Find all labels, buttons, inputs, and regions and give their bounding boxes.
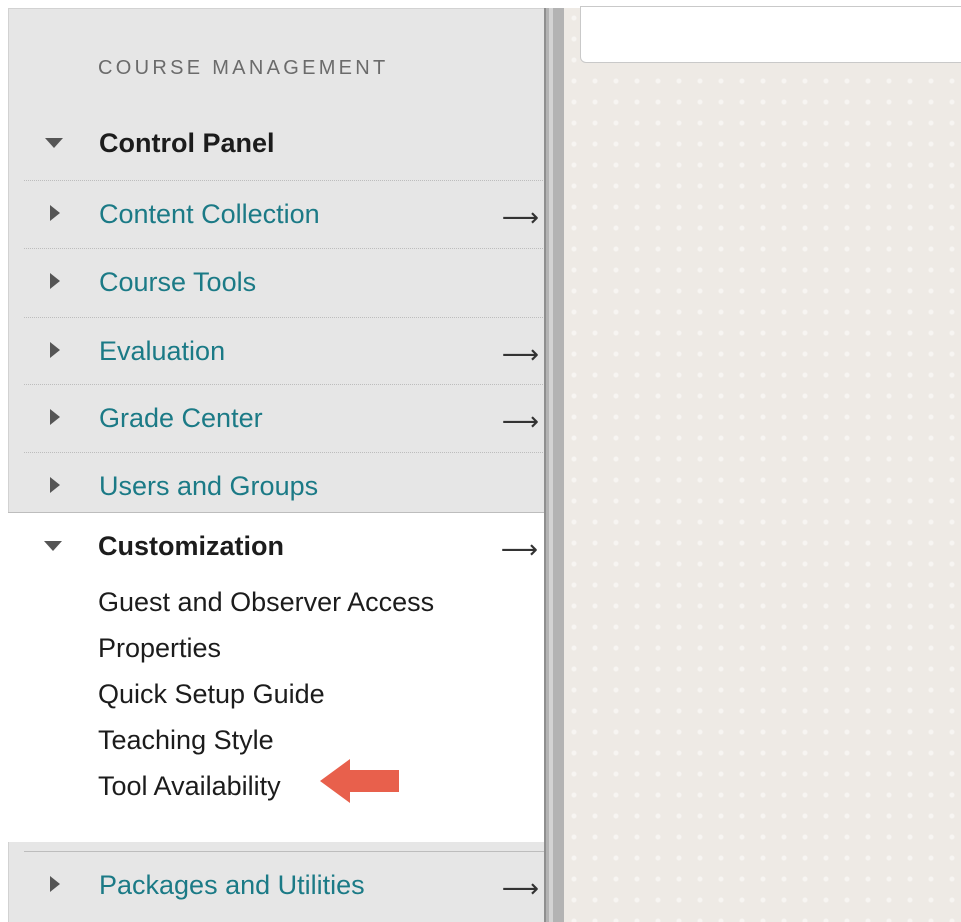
sidebar-item-course-tools[interactable]: Course Tools [24,248,545,316]
tool-availability-link[interactable]: Tool Availability [98,771,281,802]
customization-label: Customization [98,531,284,561]
resize-handle-highlight [549,8,553,922]
arrow-right-icon[interactable]: ⟶ [502,205,539,231]
quick-setup-guide-link[interactable]: Quick Setup Guide [98,679,325,710]
sidebar-item-packages-and-utilities[interactable]: Packages and Utilities ⟶ [24,851,545,919]
evaluation-link[interactable]: Evaluation [99,336,225,367]
caret-right-icon[interactable] [50,409,60,425]
grade-center-link[interactable]: Grade Center [99,403,263,434]
properties-link[interactable]: Properties [98,633,221,664]
page-frame: COURSE MANAGEMENT Control Panel Content … [0,0,961,922]
sidebar-item-customization[interactable]: Customization ⟶ [23,513,544,581]
packages-and-utilities-link[interactable]: Packages and Utilities [99,870,365,901]
arrow-right-icon[interactable]: ⟶ [502,876,539,902]
caret-right-icon[interactable] [50,273,60,289]
caret-right-icon[interactable] [50,205,60,221]
content-top-panel [580,6,961,63]
teaching-style-link[interactable]: Teaching Style [98,725,274,756]
arrow-right-icon[interactable]: ⟶ [501,537,538,563]
users-and-groups-link[interactable]: Users and Groups [99,471,318,502]
content-collection-link[interactable]: Content Collection [99,199,320,230]
course-management-heading: COURSE MANAGEMENT [98,57,389,79]
red-pointer-arrow-icon [320,759,399,803]
sidebar-item-grade-center[interactable]: Grade Center ⟶ [24,384,545,452]
customization-section: Customization ⟶ Guest and Observer Acces… [8,512,544,842]
arrow-right-icon[interactable]: ⟶ [502,409,539,435]
sidebar-resize-handle[interactable] [544,8,564,922]
sidebar-item-evaluation[interactable]: Evaluation ⟶ [24,317,545,385]
course-tools-link[interactable]: Course Tools [99,267,256,298]
caret-down-icon[interactable] [44,541,62,551]
caret-right-icon[interactable] [50,342,60,358]
arrow-right-icon[interactable]: ⟶ [502,342,539,368]
control-panel-row[interactable]: Control Panel [24,110,545,178]
main-content-area [564,6,961,922]
sidebar-item-users-and-groups[interactable]: Users and Groups [24,452,545,520]
caret-right-icon[interactable] [50,477,60,493]
guest-and-observer-access-link[interactable]: Guest and Observer Access [98,587,434,618]
caret-right-icon[interactable] [50,876,60,892]
caret-down-icon[interactable] [45,138,63,148]
sidebar-item-content-collection[interactable]: Content Collection ⟶ [24,180,545,248]
control-panel-label: Control Panel [99,128,275,158]
